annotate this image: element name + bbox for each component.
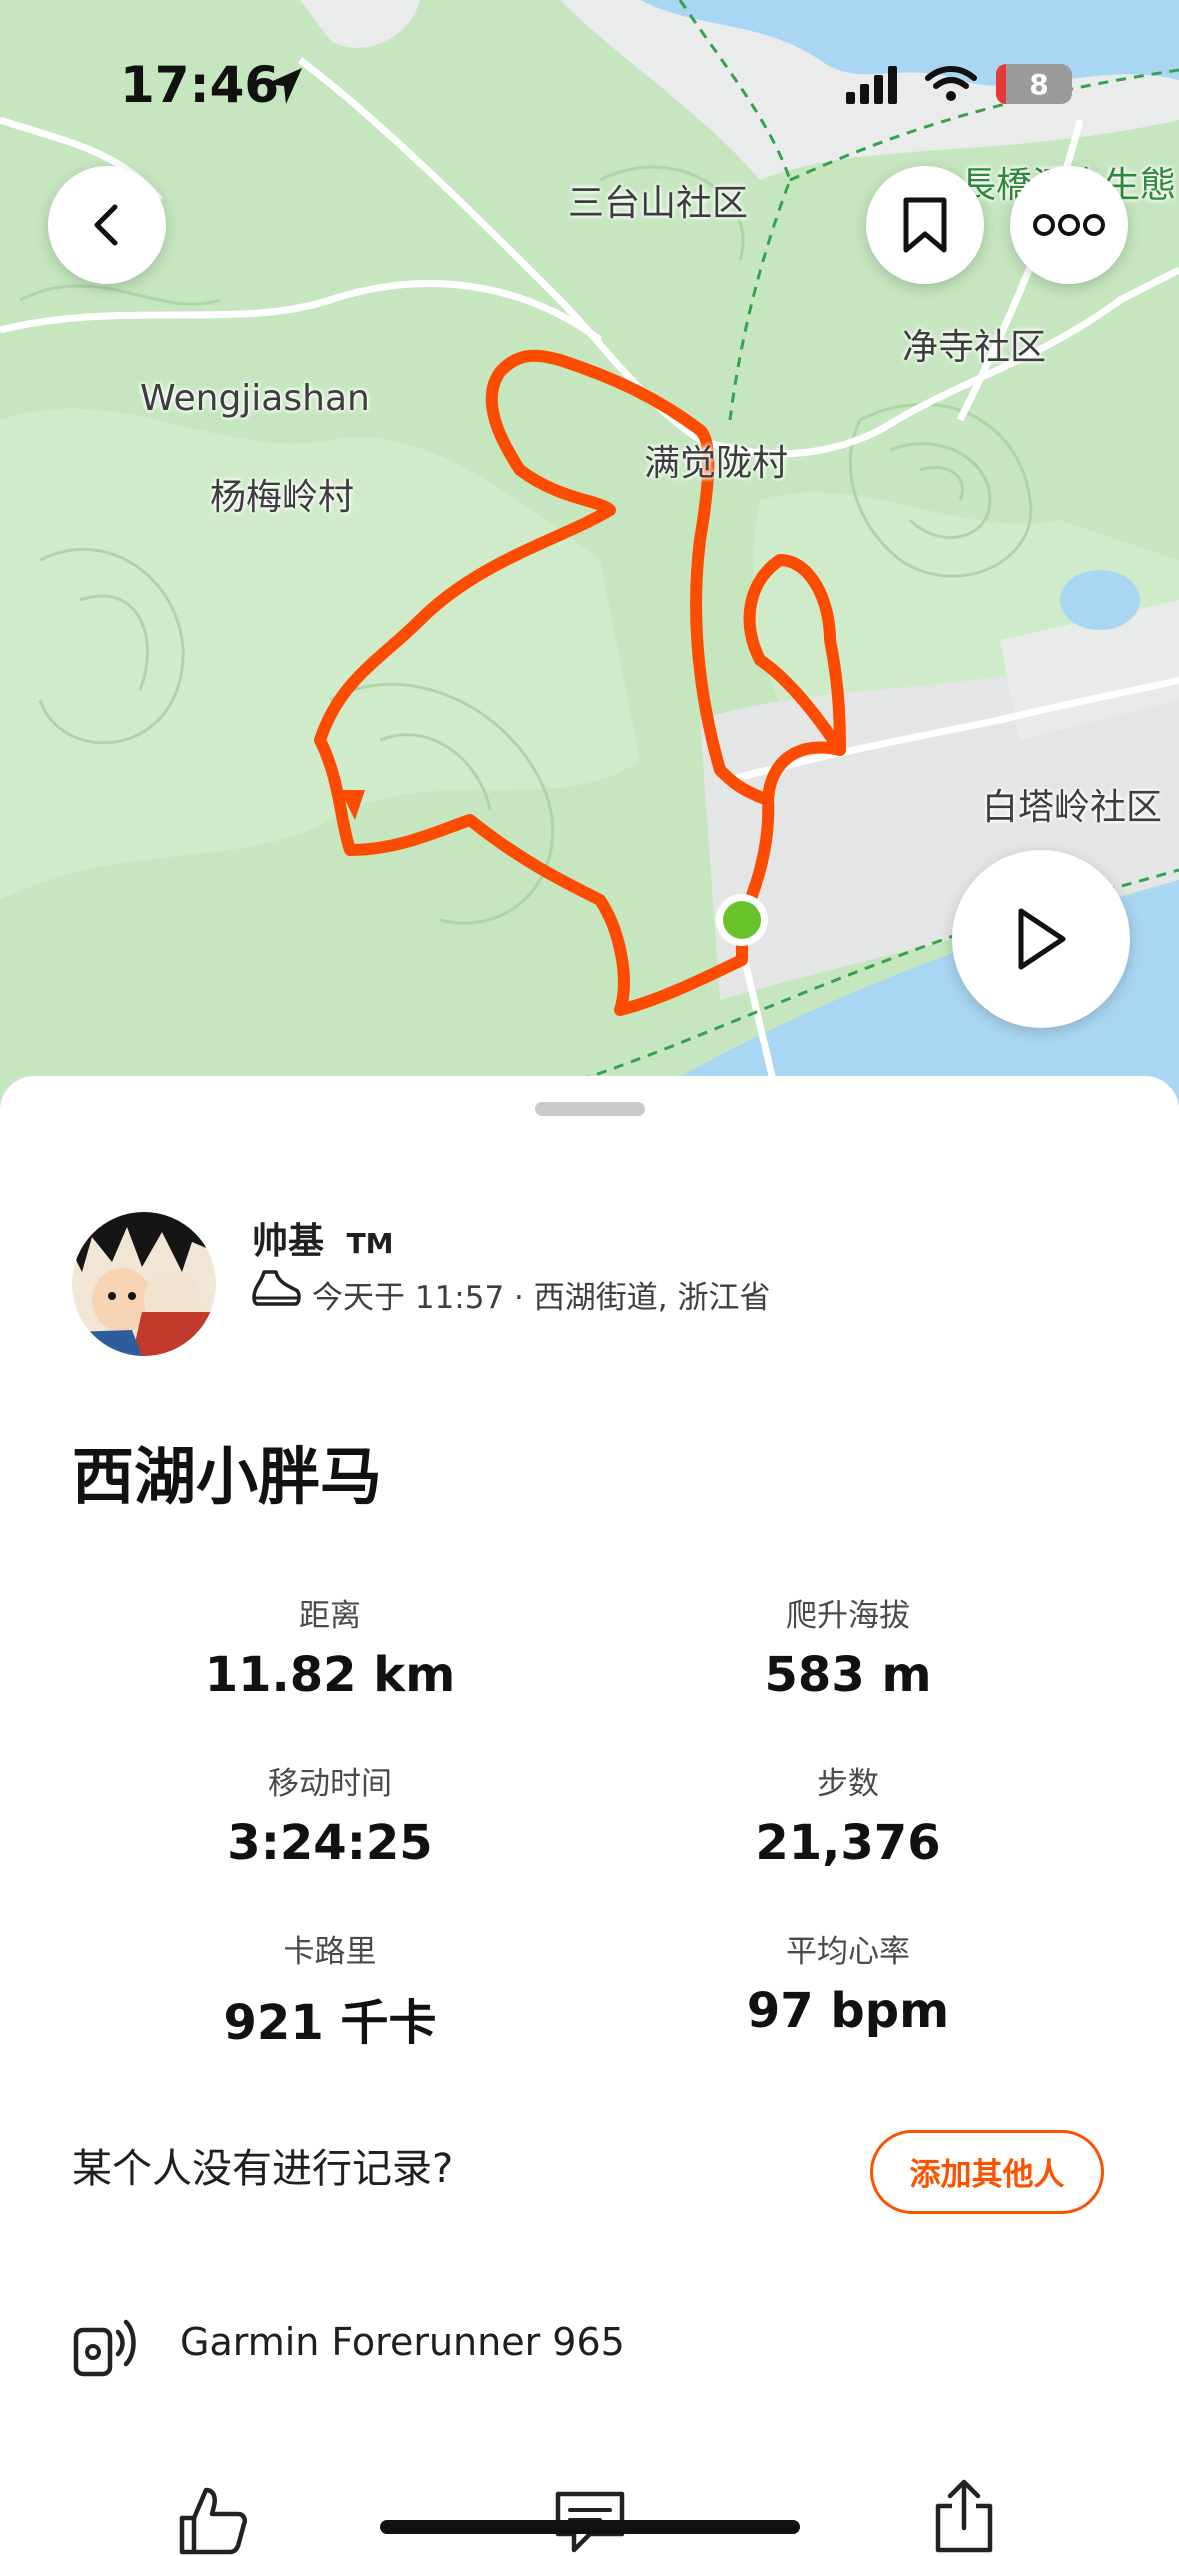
share-icon[interactable] [930,2478,998,2554]
stat-moving-time: 移动时间 3:24:25 [120,1758,540,1871]
status-bar: 17:46 8 [0,0,1179,150]
athlete-name-row[interactable]: 帅基 TM [252,1212,394,1264]
bookmark-button[interactable] [866,166,984,284]
back-button[interactable] [48,166,166,284]
status-time: 17:46 [120,56,280,114]
stat-elevation: 爬升海拔 583 m [638,1590,1058,1703]
stat-steps: 步数 21,376 [638,1758,1058,1871]
more-options-button[interactable] [1010,166,1128,284]
map-label-manjuelong: 满觉陇村 [644,443,789,484]
stat-label: 移动时间 [268,1766,392,1802]
activity-title: 西湖小胖马 [72,1440,383,1513]
add-others-question: 某个人没有进行记录? [72,2146,454,2192]
map-label-santaishan: 三台山社区 [568,183,749,224]
avatar-image [72,1212,216,1356]
stat-value: 921 千卡 [223,1995,437,2051]
home-indicator[interactable] [380,2520,800,2534]
activity-sheet: 帅基 TM 今天于 11:57 · 西湖街道, 浙江省 西湖小胖马 距离 11.… [0,1076,1179,2556]
flyover-play-button[interactable] [952,850,1130,1028]
battery-level: 8 [1029,67,1049,101]
stat-label: 卡路里 [283,1934,377,1970]
add-others-button[interactable]: 添加其他人 [870,2130,1104,2214]
device-sync-icon [73,2319,136,2377]
stat-value: 21,376 [755,1815,941,1871]
play-icon [1018,908,1066,970]
map-label-wengjiashan: Wengjiashan [140,378,370,419]
stat-value: 97 bpm [746,1983,950,2039]
wifi-icon [925,66,977,101]
athlete-badge: TM [346,1227,394,1260]
stat-label: 步数 [817,1766,879,1802]
signal-icon [846,66,897,104]
sheet-grabber[interactable] [535,1102,645,1116]
location-arrow-icon [266,68,302,104]
athlete-name[interactable]: 帅基 [252,1221,324,1262]
stat-calories: 卡路里 921 千卡 [120,1926,540,2053]
kudos-thumbs-up-icon[interactable] [176,2484,248,2556]
stat-value: 583 m [764,1647,932,1703]
map-label-jingsi: 净寺社区 [902,327,1047,368]
stat-distance: 距离 11.82 km [120,1590,540,1703]
stat-label: 距离 [299,1598,361,1634]
stat-avg-heart-rate: 平均心率 97 bpm [638,1926,1058,2039]
map-label-baitaling: 白塔岭社区 [982,787,1163,828]
activity-meta: 今天于 11:57 · 西湖街道, 浙江省 [312,1280,771,1316]
map-label-yangmeiling: 杨梅岭村 [210,477,355,518]
stat-value: 11.82 km [204,1647,456,1703]
more-dots-icon [1033,214,1105,236]
battery-icon: 8 [996,64,1072,104]
stat-value: 3:24:25 [227,1815,433,1871]
stat-label: 平均心率 [786,1934,910,1970]
stat-label: 爬升海拔 [786,1598,910,1634]
bookmark-icon [903,197,947,253]
chevron-left-icon [94,204,118,246]
avatar[interactable] [72,1212,216,1356]
device-name[interactable]: Garmin Forerunner 965 [180,2320,625,2364]
hiking-shoe-icon [252,1270,301,1306]
